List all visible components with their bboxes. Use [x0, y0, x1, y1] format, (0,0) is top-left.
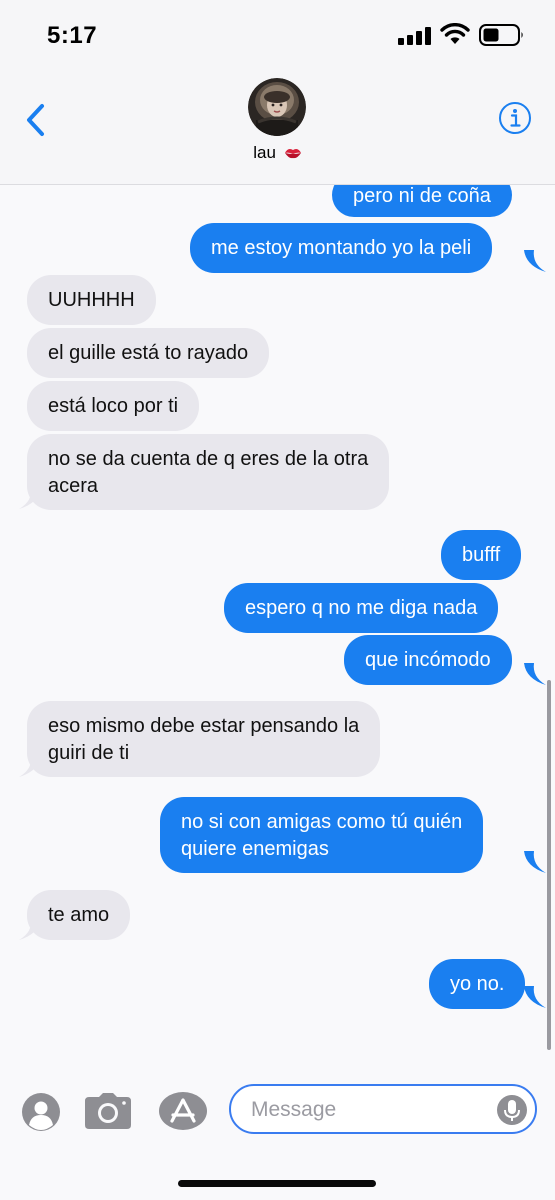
kiss-mark-icon [284, 149, 301, 159]
scroll-indicator[interactable] [547, 680, 551, 1050]
wifi-icon [440, 23, 470, 44]
message-input[interactable] [251, 1096, 491, 1124]
message-text: bufff [462, 544, 501, 566]
message-bubble-incoming[interactable]: UUHHHH [27, 275, 156, 325]
message-bubble-incoming[interactable]: está loco por ti [27, 381, 200, 431]
message-text-line: quiere enemigas [181, 838, 329, 860]
message-bubble-outgoing[interactable]: que incómodo [344, 635, 512, 685]
message-text-line: eso mismo debe estar pensando la [48, 715, 360, 737]
memoji-icon[interactable] [21, 1092, 61, 1132]
status-bar: 5:17 [0, 0, 555, 70]
app-store-icon[interactable] [158, 1091, 208, 1131]
cellular-signal-icon [398, 27, 431, 45]
status-time: 5:17 [47, 22, 98, 49]
composer-bar [0, 1070, 555, 1200]
message-bubble-outgoing[interactable]: no si con amigas como tú quién quiere en… [160, 797, 484, 873]
bubble-tail-outgoing [524, 250, 546, 272]
messages-screen: 5:17 lau pero ni de coña me estoy montan… [0, 0, 555, 1200]
message-bubble-incoming[interactable]: el guille está to rayado [27, 328, 270, 378]
message-bubble-outgoing[interactable]: bufff [441, 530, 522, 580]
camera-icon[interactable] [84, 1092, 132, 1130]
message-text: te amo [48, 904, 110, 926]
message-text: me estoy montando yo la peli [211, 237, 472, 259]
message-bubble-incoming[interactable]: no se da cuenta de q eres de la otra ace… [27, 434, 390, 510]
info-icon[interactable] [498, 101, 532, 135]
home-indicator[interactable] [178, 1180, 376, 1187]
message-text: espero q no me diga nada [245, 597, 478, 619]
message-text-line: acera [48, 475, 99, 497]
conversation-header: lau [0, 70, 555, 185]
contact-avatar[interactable] [248, 78, 306, 136]
message-text: está loco por ti [48, 395, 179, 417]
message-bubble-incoming[interactable]: eso mismo debe estar pensando la guiri d… [27, 701, 381, 777]
message-text: yo no. [450, 973, 505, 995]
message-text: el guille está to rayado [48, 342, 249, 364]
message-bubble-incoming[interactable]: te amo [27, 890, 131, 940]
message-bubble-outgoing[interactable]: yo no. [429, 959, 526, 1009]
message-text-line: no se da cuenta de q eres de la otra [48, 448, 369, 470]
message-bubble-outgoing[interactable]: espero q no me diga nada [224, 583, 499, 633]
microphone-icon[interactable] [497, 1094, 527, 1126]
message-bubble-outgoing[interactable]: me estoy montando yo la peli [190, 223, 493, 273]
message-text-line: guiri de ti [48, 742, 130, 764]
contact-name[interactable]: lau [0, 143, 555, 163]
message-field[interactable] [229, 1084, 537, 1134]
message-bubble-outgoing[interactable]: pero ni de coña [332, 185, 512, 217]
message-thread[interactable]: pero ni de coña me estoy montando yo la … [0, 185, 555, 1070]
back-chevron-icon[interactable] [22, 100, 52, 140]
message-text: UUHHHH [48, 289, 135, 311]
contact-name-text: lau [253, 143, 276, 162]
message-text: pero ni de coña [353, 185, 491, 207]
battery-icon [479, 24, 523, 46]
message-text: que incómodo [365, 649, 491, 671]
message-text-line: no si con amigas como tú quién [181, 811, 463, 833]
